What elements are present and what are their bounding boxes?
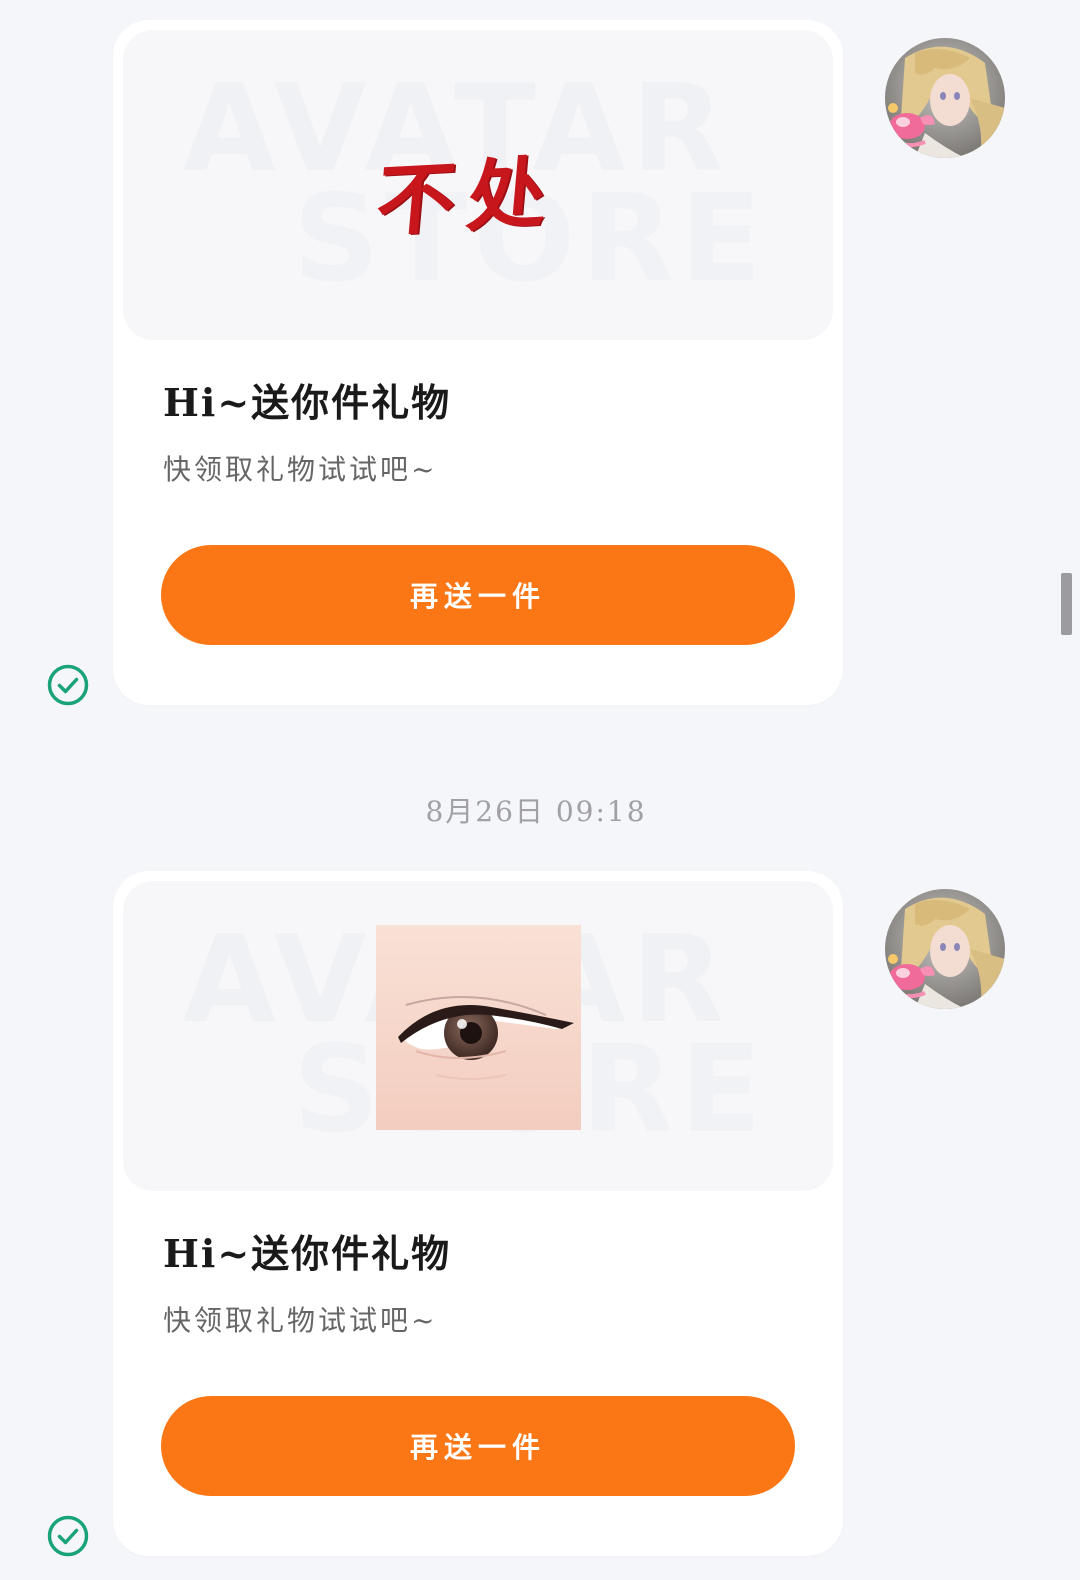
read-check-icon — [47, 1515, 89, 1557]
message-timestamp: 8月26日 09:18 — [425, 795, 647, 828]
gift-card-title: Hi~送你件礼物 — [163, 380, 452, 425]
gift-preview[interactable]: AVATAR STORE 不处 — [123, 30, 833, 340]
send-another-button[interactable]: 再送一件 — [161, 1396, 795, 1496]
send-another-button[interactable]: 再送一件 — [161, 545, 795, 645]
gift-card-title: Hi~送你件礼物 — [163, 1231, 452, 1276]
gift-preview[interactable]: AVATAR STORE — [123, 881, 833, 1191]
gift-art-text: 不处 — [372, 147, 562, 248]
avatar[interactable] — [885, 38, 1005, 158]
eye-item-image — [376, 925, 581, 1130]
gift-card[interactable]: AVATAR STORE 不处 Hi~送你件礼物 快领取礼物试试吧~ 再送一件 — [113, 20, 843, 705]
scrollbar-thumb[interactable] — [1061, 573, 1072, 635]
read-check-icon — [47, 664, 89, 706]
gift-card-subtitle: 快领取礼物试试吧~ — [163, 1304, 438, 1337]
gift-card-subtitle: 快领取礼物试试吧~ — [163, 453, 438, 486]
gift-card[interactable]: AVATAR STORE — [113, 871, 843, 1556]
avatar[interactable] — [885, 889, 1005, 1009]
